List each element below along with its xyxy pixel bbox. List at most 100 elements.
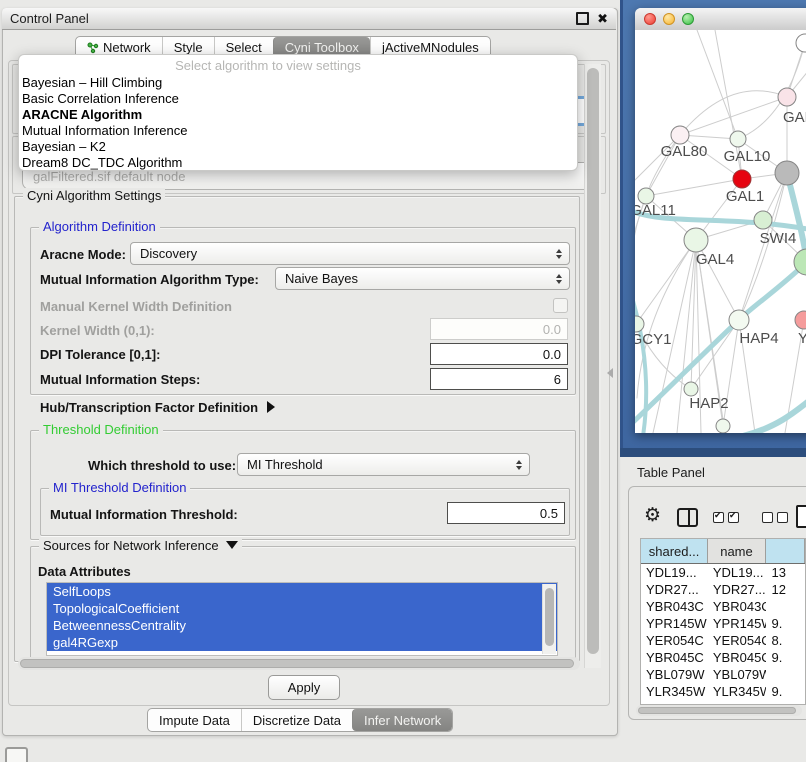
mi-threshold-value: 0.5 xyxy=(540,506,558,521)
hub-definition-toggle[interactable]: Hub/Transcription Factor Definition xyxy=(40,400,275,415)
edge xyxy=(635,288,646,433)
node-unnamed-top[interactable] xyxy=(796,34,806,52)
node-label-gal10: GAL10 xyxy=(724,148,771,165)
zoom-traffic-light[interactable] xyxy=(682,13,694,25)
hub-definition-label: Hub/Transcription Factor Definition xyxy=(40,400,258,415)
tab-impute-data[interactable]: Impute Data xyxy=(148,709,241,731)
node-hap4[interactable] xyxy=(729,310,749,330)
node-gray-node[interactable] xyxy=(775,161,799,185)
node-hap2[interactable] xyxy=(684,382,698,396)
network-graph: GALGAL80GAL10GAL1GAL11SWI4GAL4HAP4YGCY1H… xyxy=(635,30,806,433)
float-panel-icon[interactable] xyxy=(576,12,589,25)
function-builder-icon[interactable] xyxy=(796,505,806,528)
algorithm-option-aracne-algorithm[interactable]: ARACNE Algorithm xyxy=(19,107,577,123)
node-label-gal: GAL xyxy=(783,109,806,126)
node-gal1[interactable] xyxy=(733,170,751,188)
table-row[interactable]: YDR27...YDR27...12 xyxy=(641,581,805,598)
close-traffic-light[interactable] xyxy=(644,13,656,25)
column-header-hidden[interactable] xyxy=(766,539,805,563)
sources-title[interactable]: Sources for Network Inference xyxy=(39,538,242,553)
table-row[interactable]: YER054CYER054C8. xyxy=(641,632,805,649)
node-pink-right[interactable] xyxy=(795,311,806,329)
collapsed-arrow-icon xyxy=(267,401,275,413)
table-cell: 13 xyxy=(766,564,805,581)
aracne-mode-combobox[interactable]: Discovery xyxy=(130,242,570,265)
screen: Control Panel ✖ NetworkStyleSelectCyni T… xyxy=(0,0,806,762)
table-row[interactable]: YBR043CYBR043C xyxy=(641,598,805,615)
apply-button-label: Apply xyxy=(288,680,321,695)
panel-splitter-arrow[interactable] xyxy=(607,368,613,378)
table-row[interactable]: YDL19...YDL19...13 xyxy=(641,564,805,581)
network-window-titlebar[interactable] xyxy=(635,8,806,31)
table-cell xyxy=(766,666,805,683)
tab-infer-network[interactable]: Infer Network xyxy=(352,709,452,731)
algorithm-option-bayesian-k2[interactable]: Bayesian – K2 xyxy=(19,139,577,155)
table-cell: YPR145W xyxy=(708,615,766,632)
algorithm-option-dream8-dc-tdc-algorithm[interactable]: Dream8 DC_TDC Algorithm xyxy=(19,155,577,171)
table-body: YDL19...YDL19...13YDR27...YDR27...12YBR0… xyxy=(641,564,805,705)
attributes-list-scrollbar[interactable] xyxy=(542,584,556,654)
network-canvas[interactable]: GALGAL80GAL10GAL1GAL11SWI4GAL4HAP4YGCY1H… xyxy=(635,30,806,433)
column-header-shared[interactable]: shared... xyxy=(641,539,708,563)
cyni-algorithm-settings-title: Cyni Algorithm Settings xyxy=(23,188,165,203)
node-gal-pink[interactable] xyxy=(778,88,796,106)
mi-threshold-field[interactable]: 0.5 xyxy=(447,502,565,524)
desktop-background: GALGAL80GAL10GAL1GAL11SWI4GAL4HAP4YGCY1H… xyxy=(620,0,806,457)
mi-steps-label: Mutual Information Steps: xyxy=(40,372,200,387)
settings-vertical-scrollbar[interactable] xyxy=(584,64,601,668)
table-cell: YLR345W xyxy=(641,683,708,700)
node-unnamed-bottom[interactable] xyxy=(716,419,730,433)
mi-steps-field[interactable]: 6 xyxy=(430,368,568,390)
deselect-checkboxes-icon[interactable] xyxy=(762,512,788,523)
select-all-checkboxes-icon[interactable] xyxy=(713,512,739,523)
table-row[interactable]: YLR345WYLR345W9. xyxy=(641,683,805,700)
manual-kernel-checkbox[interactable] xyxy=(553,298,568,313)
mi-algorithm-type-combobox[interactable]: Naive Bayes xyxy=(275,267,570,290)
attribute-gal4rgexp[interactable]: gal4RGexp xyxy=(47,634,557,651)
node-label-swi4: SWI4 xyxy=(760,230,797,247)
apply-button[interactable]: Apply xyxy=(268,675,340,700)
dpi-tolerance-field[interactable]: 0.0 xyxy=(430,343,568,365)
attribute-selfloops[interactable]: SelfLoops xyxy=(47,583,557,600)
table-cell: YDL19... xyxy=(708,564,766,581)
table-row[interactable]: YBR045CYBR045C9. xyxy=(641,649,805,666)
node-swi4[interactable] xyxy=(754,211,772,229)
table-cell: YLR345W xyxy=(708,683,766,700)
close-icon[interactable]: ✖ xyxy=(597,13,608,25)
table-cell: YBR043C xyxy=(708,598,766,615)
table-cell: 9. xyxy=(766,683,805,700)
split-columns-icon[interactable] xyxy=(677,508,698,527)
tab-discretize-data[interactable]: Discretize Data xyxy=(241,709,352,731)
node-label-y: Y xyxy=(798,330,806,347)
control-panel-titlebar[interactable]: Control Panel ✖ xyxy=(2,8,616,30)
kernel-width-label: Kernel Width (0,1): xyxy=(40,323,155,338)
attribute-betweennesscentrality[interactable]: BetweennessCentrality xyxy=(47,617,557,634)
algorithm-option-bayesian-hill-climbing[interactable]: Bayesian – Hill Climbing xyxy=(19,75,577,91)
gear-icon[interactable]: ⚙ xyxy=(644,506,661,526)
tab-label: Discretize Data xyxy=(253,713,341,728)
panel-title: Control Panel xyxy=(10,11,89,26)
minimize-traffic-light[interactable] xyxy=(663,13,675,25)
which-threshold-combobox[interactable]: MI Threshold xyxy=(237,453,530,476)
table-horizontal-scrollbar[interactable] xyxy=(636,705,802,716)
node-gal80[interactable] xyxy=(671,126,689,144)
settings-horizontal-scrollbar[interactable] xyxy=(18,657,580,670)
table-row[interactable]: YBL079WYBL079W xyxy=(641,666,805,683)
node-label-gal1: GAL1 xyxy=(726,188,764,205)
column-header-name[interactable]: name xyxy=(708,539,766,563)
node-gal10[interactable] xyxy=(730,131,746,147)
attribute-topologicalcoefficient[interactable]: TopologicalCoefficient xyxy=(47,600,557,617)
node-gal4[interactable] xyxy=(684,228,708,252)
node-gcy1[interactable] xyxy=(635,316,644,332)
kernel-width-field[interactable]: 0.0 xyxy=(430,318,568,340)
data-attributes-list[interactable]: SelfLoopsTopologicalCoefficientBetweenne… xyxy=(46,582,558,656)
algorithm-option-mutual-information-inference[interactable]: Mutual Information Inference xyxy=(19,123,577,139)
manual-kernel-label: Manual Kernel Width Definition xyxy=(40,299,232,314)
table-row[interactable]: YPR145WYPR145W9. xyxy=(641,615,805,632)
algorithm-dropdown-placeholder: Select algorithm to view settings xyxy=(19,58,577,75)
table-cell: 9. xyxy=(766,615,805,632)
docked-panel-icon[interactable] xyxy=(5,747,28,762)
algorithm-option-basic-correlation-inference[interactable]: Basic Correlation Inference xyxy=(19,91,577,107)
combo-down-arrow-icon xyxy=(556,255,562,259)
data-attributes-label: Data Attributes xyxy=(38,564,131,579)
